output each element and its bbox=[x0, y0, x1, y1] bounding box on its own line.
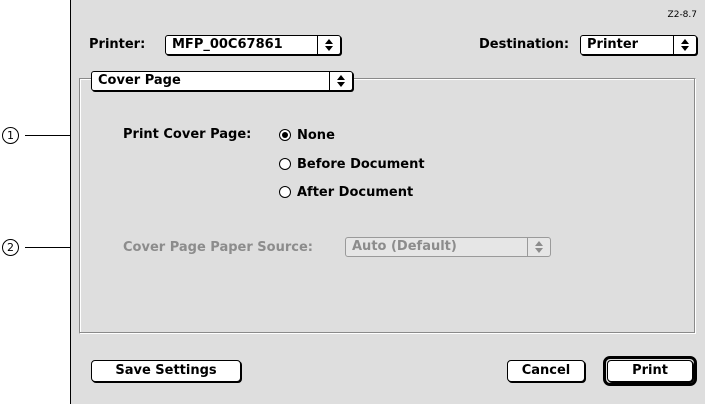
popup-arrows-icon bbox=[317, 36, 340, 54]
printer-label: Printer: bbox=[89, 37, 146, 52]
printer-popup[interactable]: MFP_00C67861 bbox=[165, 35, 341, 55]
version-label: Z2-8.7 bbox=[667, 10, 697, 20]
paper-source-label: Cover Page Paper Source: bbox=[123, 240, 313, 255]
destination-label: Destination: bbox=[479, 37, 570, 52]
radio-before-document-label: Before Document bbox=[297, 156, 425, 172]
radio-after-document[interactable]: After Document bbox=[279, 183, 413, 201]
radio-unchecked-icon bbox=[279, 186, 291, 198]
popup-arrows-icon bbox=[329, 72, 352, 90]
destination-popup[interactable]: Printer bbox=[580, 35, 697, 55]
popup-arrows-icon bbox=[527, 238, 550, 256]
callout-number-1: 1 bbox=[2, 127, 19, 144]
radio-none[interactable]: None bbox=[279, 126, 335, 144]
print-cover-page-label: Print Cover Page: bbox=[123, 127, 252, 142]
paper-source-popup-value: Auto (Default) bbox=[352, 239, 457, 254]
destination-popup-value: Printer bbox=[587, 37, 639, 52]
radio-checked-icon bbox=[279, 129, 291, 141]
print-button[interactable]: Print bbox=[607, 360, 693, 382]
panel-popup-value: Cover Page bbox=[98, 73, 181, 88]
save-settings-button[interactable]: Save Settings bbox=[91, 360, 241, 382]
printer-popup-value: MFP_00C67861 bbox=[172, 37, 283, 52]
radio-before-document[interactable]: Before Document bbox=[279, 155, 425, 173]
cancel-button[interactable]: Cancel bbox=[507, 360, 585, 382]
panel-popup[interactable]: Cover Page bbox=[91, 71, 353, 91]
paper-source-popup[interactable]: Auto (Default) bbox=[345, 237, 551, 257]
print-dialog: Z2-8.7 Printer: MFP_00C67861 Destination… bbox=[70, 0, 705, 404]
radio-after-document-label: After Document bbox=[297, 184, 414, 200]
radio-unchecked-icon bbox=[279, 158, 291, 170]
popup-arrows-icon bbox=[673, 36, 696, 54]
cover-page-group-box bbox=[79, 78, 696, 334]
callout-number-2: 2 bbox=[2, 239, 19, 256]
radio-none-label: None bbox=[297, 127, 335, 143]
